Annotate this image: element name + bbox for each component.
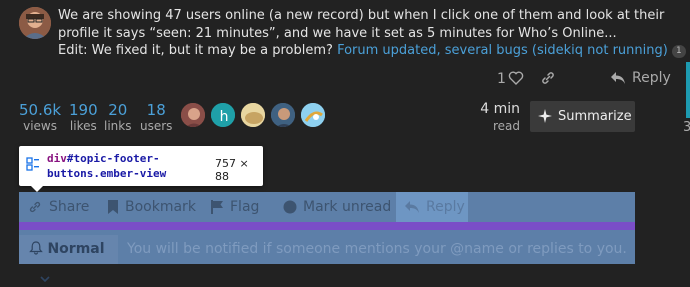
notification-level-dropdown[interactable]: Normal xyxy=(19,235,118,283)
inspector-dimensions: 757 × 88 xyxy=(215,157,249,183)
heart-icon[interactable] xyxy=(508,70,524,86)
edge-number: 3 xyxy=(683,120,690,135)
read-time-value: 4 min xyxy=(480,101,520,117)
stat-links-label: links xyxy=(104,119,132,133)
post-reply-label: Reply xyxy=(632,70,671,86)
mark-unread-button[interactable]: Mark unread xyxy=(275,192,391,222)
stat-links-value: 20 xyxy=(108,101,128,119)
stat-views: 50.6k views xyxy=(19,101,61,134)
flag-label: Flag xyxy=(230,199,260,215)
letter-avatar-text: h xyxy=(220,109,229,125)
stat-views-value: 50.6k xyxy=(19,101,62,119)
selector-tag: div xyxy=(47,152,67,165)
stat-users: 18 users xyxy=(140,101,172,134)
notification-level-label: Normal xyxy=(47,241,105,257)
link-click-count: 1 xyxy=(671,45,686,58)
inspector-selector: div#topic-footer-buttons.ember-view xyxy=(47,151,209,181)
link-icon xyxy=(29,201,41,213)
mark-unread-label: Mark unread xyxy=(303,199,392,215)
flag-button[interactable]: Flag xyxy=(203,192,269,222)
participant-avatar[interactable] xyxy=(240,102,266,128)
edit-prefix: Edit: We fixed it, but it may be a probl… xyxy=(58,43,333,58)
summarize-label: Summarize xyxy=(558,109,632,124)
element-grid-icon xyxy=(26,156,40,171)
participant-avatar[interactable]: h xyxy=(210,102,236,128)
post-edit-note: Edit: We fixed it, but it may be a probl… xyxy=(58,42,686,60)
summarize-button[interactable]: Summarize xyxy=(530,101,635,132)
share-button[interactable]: Share xyxy=(19,192,93,222)
edit-link[interactable]: Forum updated, several bugs (sidekiq not… xyxy=(337,43,668,58)
topic-reply-button[interactable]: Reply xyxy=(396,192,468,222)
share-label: Share xyxy=(49,199,90,215)
circle-icon xyxy=(283,200,297,214)
stat-views-label: views xyxy=(23,119,57,133)
flag-icon xyxy=(211,200,223,214)
participant-avatar[interactable] xyxy=(270,102,296,128)
author-avatar[interactable] xyxy=(19,7,51,39)
stat-likes-value: 190 xyxy=(69,101,98,119)
post-reply-button[interactable]: Reply xyxy=(610,70,671,86)
stat-likes: 190 likes xyxy=(69,101,98,134)
bell-icon xyxy=(29,241,43,255)
sparkle-icon xyxy=(538,109,552,123)
reply-icon xyxy=(611,72,625,84)
chevron-down-icon xyxy=(40,276,50,283)
read-time-label: read xyxy=(492,119,520,133)
bookmark-icon xyxy=(108,200,118,214)
reply-icon xyxy=(405,201,419,213)
bookmark-button[interactable]: Bookmark xyxy=(99,192,197,222)
participant-avatar[interactable] xyxy=(180,102,206,128)
stat-likes-label: likes xyxy=(69,119,97,133)
post-body: We are showing 47 users online (a new re… xyxy=(58,8,665,41)
stat-links: 20 links xyxy=(104,101,131,134)
notification-description: You will be notified if someone mentions… xyxy=(127,241,627,257)
edge-indicator xyxy=(686,62,690,118)
like-count[interactable]: 1 xyxy=(497,71,506,87)
stat-users-label: users xyxy=(140,119,173,133)
inspector-tooltip: div#topic-footer-buttons.ember-view 757 … xyxy=(19,146,263,192)
stat-users-value: 18 xyxy=(146,101,166,119)
bookmark-label: Bookmark xyxy=(125,199,196,215)
participant-avatar[interactable] xyxy=(300,102,326,128)
link-icon[interactable] xyxy=(540,70,556,86)
read-time: 4 min read xyxy=(480,101,520,134)
selector-class: .ember-view xyxy=(93,167,167,180)
topic-reply-label: Reply xyxy=(426,199,465,215)
